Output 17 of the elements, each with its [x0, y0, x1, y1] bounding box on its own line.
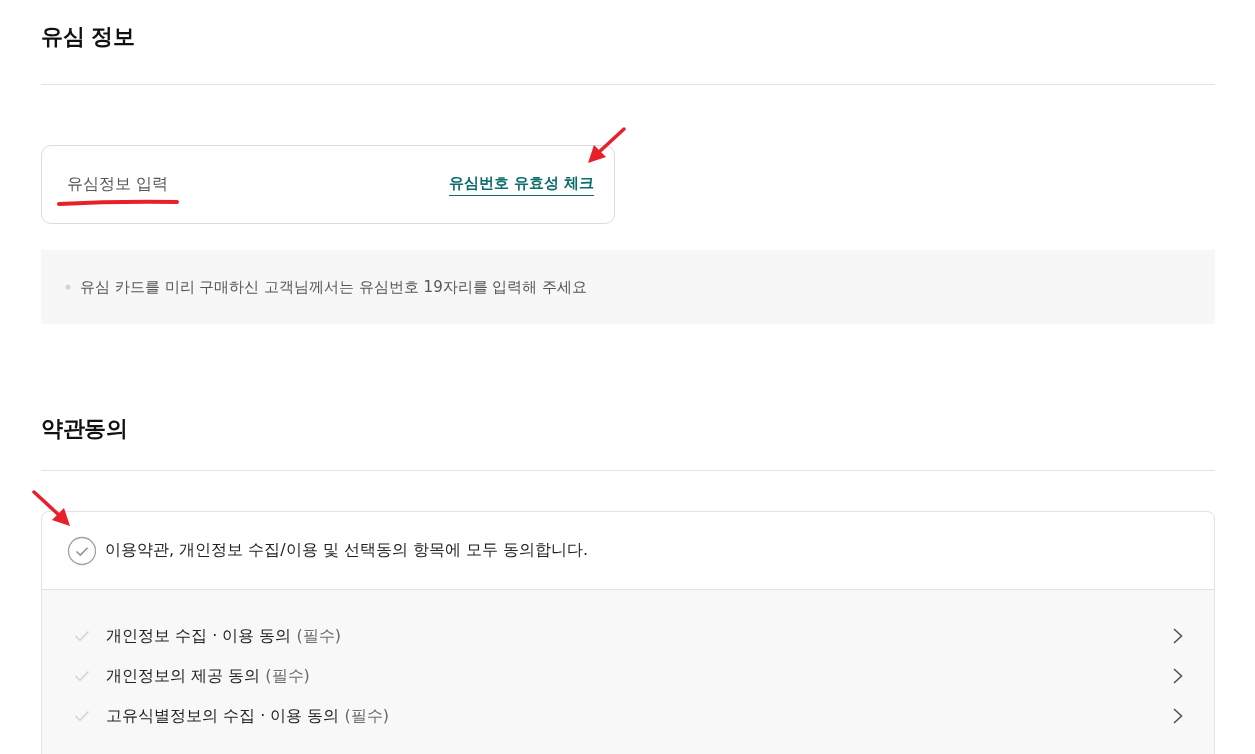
term-label[interactable]: 개인정보의 제공 동의 (필수) — [106, 665, 1172, 687]
section-title: 유심 정보 — [41, 23, 136, 51]
check-icon[interactable] — [74, 670, 90, 682]
validity-check-link[interactable]: 유심번호 유효성 체크 — [448, 173, 594, 196]
chevron-right-icon[interactable] — [1172, 627, 1184, 645]
sim-label: 유심정보 입력 — [67, 174, 169, 195]
chevron-right-icon[interactable] — [1172, 707, 1184, 725]
term-label[interactable]: 고유식별정보의 수집 · 이용 동의 (필수) — [106, 705, 1172, 727]
check-icon[interactable] — [74, 710, 90, 722]
notice-text: 유심 카드를 미리 구매하신 고객님께서는 유심번호 19자리를 입력해 주세요 — [80, 277, 588, 297]
agree-all-label: 이용약관, 개인정보 수집/이용 및 선택동의 항목에 모두 동의합니다. — [105, 540, 589, 561]
check-icon[interactable] — [74, 630, 90, 642]
check-circle-icon[interactable] — [67, 535, 97, 566]
chevron-right-icon[interactable] — [1172, 667, 1184, 685]
section-title: 약관동의 — [41, 415, 128, 443]
term-label[interactable]: 개인정보 수집 · 이용 동의 (필수) — [106, 625, 1172, 647]
bullet-icon — [65, 284, 71, 290]
